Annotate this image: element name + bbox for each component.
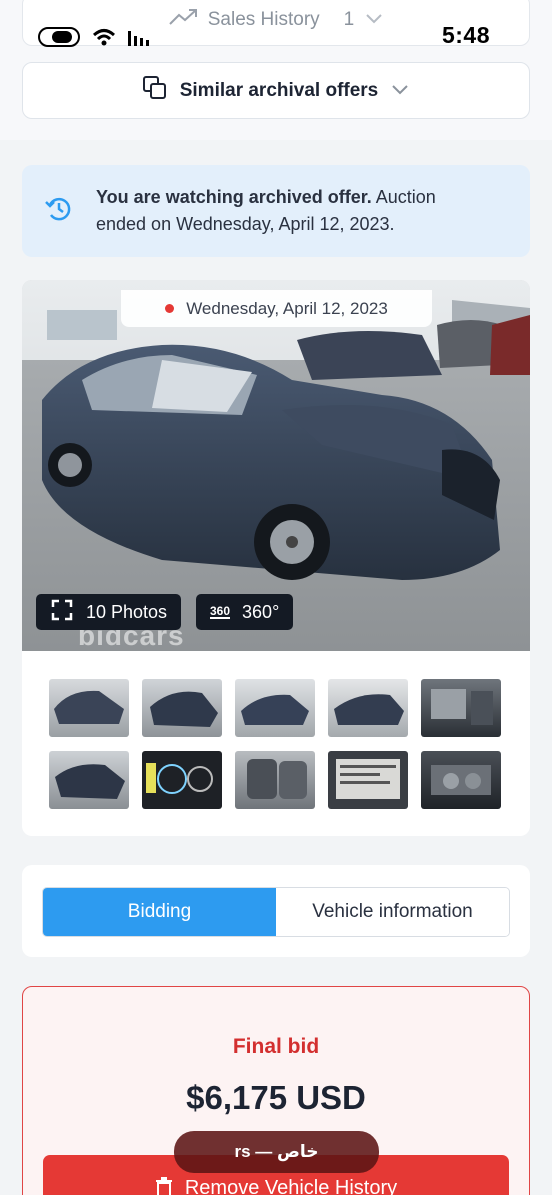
photos-button-label: 10 Photos (86, 601, 168, 622)
thumbnail-2[interactable] (142, 679, 222, 737)
focus-toggle-icon (38, 26, 82, 53)
thumbnail-1[interactable] (49, 679, 129, 737)
tabs-card: Bidding Vehicle information (22, 865, 530, 957)
similar-offers-label: Similar archival offers (179, 79, 379, 101)
tab-vehicle-information[interactable]: Vehicle information (276, 888, 509, 936)
thumbnail-6[interactable] (49, 751, 129, 809)
tab-bar: Bidding Vehicle information (42, 887, 510, 937)
expand-icon (50, 598, 74, 627)
view-360-button[interactable]: 360 360° (196, 594, 294, 630)
thumbnail-8[interactable] (235, 751, 315, 809)
status-time: 5:48 (441, 22, 490, 48)
thumbnail-4[interactable] (328, 679, 408, 737)
toast-message: rs — خاص (174, 1131, 379, 1173)
remove-vehicle-history-label: Remove Vehicle History (184, 1177, 398, 1195)
signal-icon (126, 28, 154, 51)
similar-offers-dropdown[interactable]: Similar archival offers (22, 62, 530, 119)
thumbnail-10[interactable] (421, 751, 501, 809)
view-360-label: 360° (242, 601, 280, 622)
wifi-icon (92, 28, 116, 51)
thumbnail-5[interactable] (421, 679, 501, 737)
final-bid-amount: $6,175 USD (186, 1079, 366, 1116)
archived-notice-bold: You are watching archived offer. (96, 187, 372, 207)
chevron-down-icon (390, 80, 410, 102)
main-vehicle-photo[interactable]: Wednesday, April 12, 2023 bidcars 10 Pho… (22, 280, 530, 651)
thumbnail-3[interactable] (235, 679, 315, 737)
auction-date-pill: Wednesday, April 12, 2023 (121, 290, 432, 327)
media-card: Wednesday, April 12, 2023 bidcars 10 Pho… (22, 280, 530, 836)
tab-bidding[interactable]: Bidding (43, 888, 276, 936)
archived-notice: You are watching archived offer. Auction… (22, 165, 530, 257)
rotate-360-icon: 360 (210, 604, 231, 619)
thumbnail-grid (49, 679, 505, 809)
history-icon (44, 194, 74, 229)
final-bid-label: Final bid (232, 1035, 320, 1058)
status-bar: 5:48 (0, 0, 552, 55)
thumbnail-9[interactable] (328, 751, 408, 809)
auction-date-label: Wednesday, April 12, 2023 (186, 298, 388, 318)
thumbnail-7[interactable] (142, 751, 222, 809)
status-dot-icon (165, 304, 175, 313)
copy-icon (142, 75, 168, 107)
archived-notice-text: You are watching archived offer. Auction… (96, 184, 456, 238)
photos-button[interactable]: 10 Photos (36, 594, 182, 630)
trash-icon (155, 1177, 173, 1195)
